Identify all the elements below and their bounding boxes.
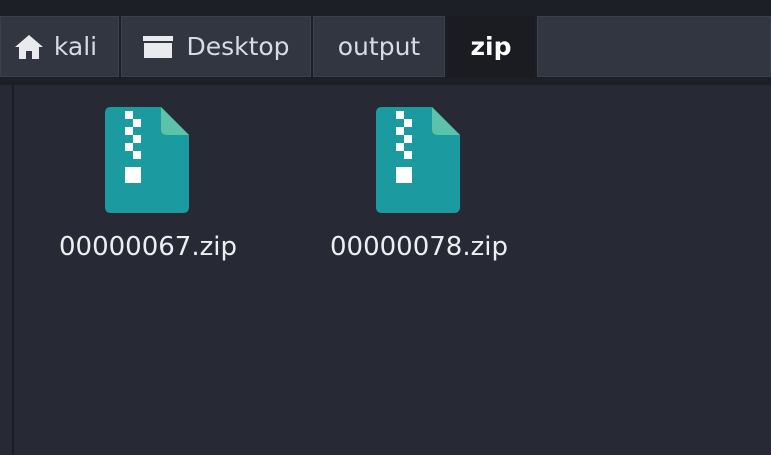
breadcrumb-zip-label: zip	[470, 32, 512, 61]
window-top-strip	[0, 0, 771, 16]
breadcrumb-output[interactable]: output	[313, 16, 445, 77]
breadcrumb-output-label: output	[337, 32, 421, 61]
pathbar-divider	[0, 77, 771, 85]
file-view: 00000067.zip 00000078.zip	[14, 85, 771, 455]
side-pane-edge	[0, 85, 14, 455]
file-name: 00000067.zip	[59, 232, 237, 262]
pathbar-filler	[537, 16, 771, 77]
breadcrumb-zip[interactable]: zip	[447, 16, 535, 77]
breadcrumb-home-label: kali	[53, 32, 98, 61]
breadcrumb: kali Desktop output zip	[0, 16, 771, 77]
file-item[interactable]: 00000078.zip	[314, 105, 524, 262]
breadcrumb-desktop-label: Desktop	[186, 32, 290, 61]
breadcrumb-desktop[interactable]: Desktop	[121, 16, 311, 77]
zip-archive-icon	[105, 107, 189, 213]
file-item[interactable]: 00000067.zip	[43, 105, 253, 262]
desktop-icon	[143, 35, 174, 58]
file-name: 00000078.zip	[330, 232, 508, 262]
zip-archive-icon	[376, 107, 460, 213]
breadcrumb-home[interactable]: kali	[0, 16, 119, 77]
home-icon	[14, 34, 43, 59]
